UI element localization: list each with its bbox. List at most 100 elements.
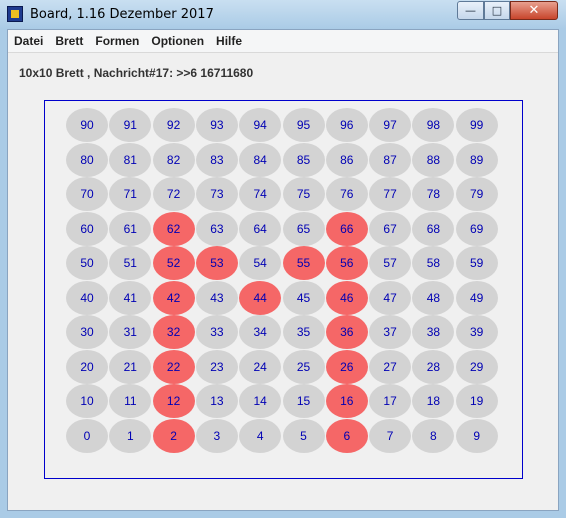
- board-cell-88[interactable]: 88: [412, 142, 455, 177]
- board-cell-47[interactable]: 47: [369, 280, 412, 315]
- menu-formen[interactable]: Formen: [89, 30, 145, 52]
- board-cell-5[interactable]: 5: [282, 418, 325, 453]
- board-cell-95[interactable]: 95: [282, 108, 325, 142]
- board-cell-77[interactable]: 77: [369, 177, 412, 211]
- board-cell-7[interactable]: 7: [369, 418, 412, 453]
- board-cell-70[interactable]: 70: [66, 177, 108, 211]
- board-cell-90[interactable]: 90: [66, 108, 108, 142]
- board-cell-15[interactable]: 15: [282, 384, 325, 418]
- maximize-button[interactable]: □: [484, 1, 510, 20]
- board-cell-10[interactable]: 10: [66, 384, 108, 418]
- board-cell-51[interactable]: 51: [109, 246, 152, 280]
- board-cell-76[interactable]: 76: [325, 177, 368, 211]
- board-cell-60[interactable]: 60: [66, 211, 108, 246]
- board-cell-24[interactable]: 24: [239, 349, 282, 384]
- board-cell-48[interactable]: 48: [412, 280, 455, 315]
- board-cell-54[interactable]: 54: [239, 246, 282, 280]
- board-cell-59[interactable]: 59: [455, 246, 498, 280]
- board-cell-1[interactable]: 1: [109, 418, 152, 453]
- board-cell-40[interactable]: 40: [66, 280, 108, 315]
- board-cell-74[interactable]: 74: [239, 177, 282, 211]
- board-cell-78[interactable]: 78: [412, 177, 455, 211]
- menu-hilfe[interactable]: Hilfe: [210, 30, 248, 52]
- menu-brett[interactable]: Brett: [49, 30, 89, 52]
- close-button[interactable]: ✕: [510, 1, 558, 20]
- board-cell-25[interactable]: 25: [282, 349, 325, 384]
- board-cell-42[interactable]: 42: [152, 280, 195, 315]
- board-cell-58[interactable]: 58: [412, 246, 455, 280]
- menu-datei[interactable]: Datei: [8, 30, 49, 52]
- board-cell-67[interactable]: 67: [369, 211, 412, 246]
- board-cell-18[interactable]: 18: [412, 384, 455, 418]
- board-cell-79[interactable]: 79: [455, 177, 498, 211]
- app-icon[interactable]: [7, 6, 23, 22]
- board-cell-64[interactable]: 64: [239, 211, 282, 246]
- board-cell-20[interactable]: 20: [66, 349, 108, 384]
- board-cell-63[interactable]: 63: [195, 211, 238, 246]
- board-cell-31[interactable]: 31: [109, 315, 152, 349]
- board-cell-68[interactable]: 68: [412, 211, 455, 246]
- board-cell-13[interactable]: 13: [195, 384, 238, 418]
- board-cell-32[interactable]: 32: [152, 315, 195, 349]
- board-cell-81[interactable]: 81: [109, 142, 152, 177]
- board-cell-96[interactable]: 96: [325, 108, 368, 142]
- board-cell-16[interactable]: 16: [325, 384, 368, 418]
- board-cell-34[interactable]: 34: [239, 315, 282, 349]
- board-cell-4[interactable]: 4: [239, 418, 282, 453]
- board-cell-2[interactable]: 2: [152, 418, 195, 453]
- board-cell-84[interactable]: 84: [239, 142, 282, 177]
- board-cell-75[interactable]: 75: [282, 177, 325, 211]
- board-cell-62[interactable]: 62: [152, 211, 195, 246]
- board-cell-19[interactable]: 19: [455, 384, 498, 418]
- board-cell-89[interactable]: 89: [455, 142, 498, 177]
- board-cell-50[interactable]: 50: [66, 246, 108, 280]
- board-cell-93[interactable]: 93: [195, 108, 238, 142]
- board-cell-43[interactable]: 43: [195, 280, 238, 315]
- board-cell-0[interactable]: 0: [66, 418, 108, 453]
- board-cell-91[interactable]: 91: [109, 108, 152, 142]
- board-cell-6[interactable]: 6: [325, 418, 368, 453]
- board-cell-56[interactable]: 56: [325, 246, 368, 280]
- board-cell-8[interactable]: 8: [412, 418, 455, 453]
- board-cell-94[interactable]: 94: [239, 108, 282, 142]
- board-cell-49[interactable]: 49: [455, 280, 498, 315]
- board-cell-73[interactable]: 73: [195, 177, 238, 211]
- board-cell-98[interactable]: 98: [412, 108, 455, 142]
- board-cell-17[interactable]: 17: [369, 384, 412, 418]
- board-cell-92[interactable]: 92: [152, 108, 195, 142]
- board-cell-26[interactable]: 26: [325, 349, 368, 384]
- board-cell-21[interactable]: 21: [109, 349, 152, 384]
- board-cell-38[interactable]: 38: [412, 315, 455, 349]
- board-cell-52[interactable]: 52: [152, 246, 195, 280]
- board-cell-37[interactable]: 37: [369, 315, 412, 349]
- title-bar[interactable]: Board, 1.16 Dezember 2017 — □ ✕: [0, 0, 566, 29]
- board-cell-14[interactable]: 14: [239, 384, 282, 418]
- board-cell-85[interactable]: 85: [282, 142, 325, 177]
- board-cell-99[interactable]: 99: [455, 108, 498, 142]
- board-cell-41[interactable]: 41: [109, 280, 152, 315]
- board-cell-69[interactable]: 69: [455, 211, 498, 246]
- board-cell-80[interactable]: 80: [66, 142, 108, 177]
- board-cell-36[interactable]: 36: [325, 315, 368, 349]
- board-cell-87[interactable]: 87: [369, 142, 412, 177]
- board-cell-29[interactable]: 29: [455, 349, 498, 384]
- board-cell-61[interactable]: 61: [109, 211, 152, 246]
- board-cell-27[interactable]: 27: [369, 349, 412, 384]
- board-cell-9[interactable]: 9: [455, 418, 498, 453]
- board-cell-11[interactable]: 11: [109, 384, 152, 418]
- board-cell-33[interactable]: 33: [195, 315, 238, 349]
- board-cell-97[interactable]: 97: [369, 108, 412, 142]
- board-cell-30[interactable]: 30: [66, 315, 108, 349]
- board-cell-45[interactable]: 45: [282, 280, 325, 315]
- board-cell-46[interactable]: 46: [325, 280, 368, 315]
- minimize-button[interactable]: —: [457, 1, 484, 20]
- board-cell-44[interactable]: 44: [239, 280, 282, 315]
- board-cell-53[interactable]: 53: [195, 246, 238, 280]
- board-cell-71[interactable]: 71: [109, 177, 152, 211]
- board-cell-82[interactable]: 82: [152, 142, 195, 177]
- menu-optionen[interactable]: Optionen: [145, 30, 210, 52]
- board-cell-65[interactable]: 65: [282, 211, 325, 246]
- board-cell-23[interactable]: 23: [195, 349, 238, 384]
- board-cell-28[interactable]: 28: [412, 349, 455, 384]
- board-cell-39[interactable]: 39: [455, 315, 498, 349]
